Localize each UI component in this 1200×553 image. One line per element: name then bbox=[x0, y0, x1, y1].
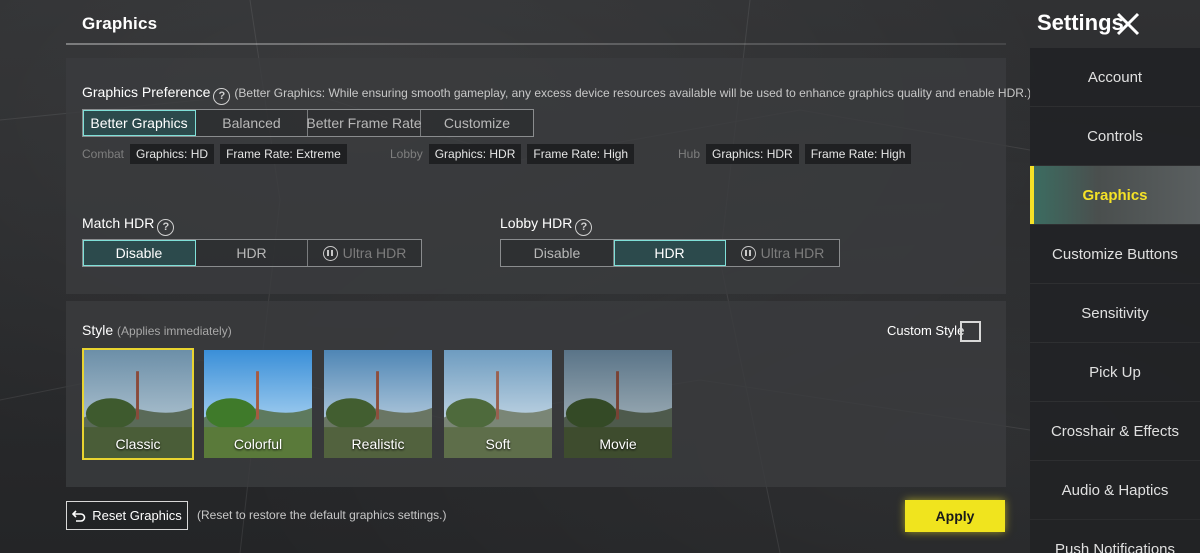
option-customize[interactable]: Customize bbox=[421, 110, 533, 136]
lobby-hdr-option-hdr[interactable]: HDR bbox=[614, 240, 726, 266]
help-icon[interactable]: ? bbox=[213, 88, 231, 105]
graphics-preference-label: Graphics Preference bbox=[82, 84, 211, 100]
hub-mode-info: Hub Graphics: HDR Frame Rate: High bbox=[678, 144, 917, 164]
style-name-realistic: Realistic bbox=[351, 436, 405, 452]
hub-label: Hub bbox=[678, 147, 701, 161]
settings-sidebar: Account Controls Graphics Customize Butt… bbox=[1030, 48, 1200, 553]
match-hdr-heading: Match HDR? bbox=[82, 215, 178, 236]
combat-mode-info: Combat Graphics: HD Frame Rate: Extreme bbox=[82, 144, 353, 164]
lobby-mode-info: Lobby Graphics: HDR Frame Rate: High bbox=[390, 144, 640, 164]
lobby-hdr-option-disable[interactable]: Disable bbox=[501, 240, 614, 266]
sidebar-item-push-notifications[interactable]: Push Notifications bbox=[1030, 520, 1200, 553]
option-better-frame-rate[interactable]: Better Frame Rate bbox=[306, 110, 422, 136]
lobby-hdr-option-ultra-hdr[interactable]: Ultra HDR bbox=[726, 240, 839, 266]
close-icon[interactable] bbox=[1114, 10, 1142, 38]
option-balanced[interactable]: Balanced bbox=[196, 110, 308, 136]
lobby-hdr-label: Lobby HDR bbox=[500, 215, 573, 231]
style-card-movie[interactable]: Movie bbox=[562, 348, 674, 460]
pause-icon bbox=[740, 245, 756, 261]
style-name-classic: Classic bbox=[115, 436, 161, 452]
style-name-movie: Movie bbox=[599, 436, 637, 452]
style-card-classic[interactable]: Classic bbox=[82, 348, 194, 460]
apply-button[interactable]: Apply bbox=[905, 500, 1005, 532]
style-name-colorful: Colorful bbox=[233, 436, 283, 452]
style-card-colorful[interactable]: Colorful bbox=[202, 348, 314, 460]
pause-icon bbox=[322, 245, 338, 261]
sidebar-item-graphics[interactable]: Graphics bbox=[1030, 166, 1200, 224]
lobby-hdr-heading: Lobby HDR? bbox=[500, 215, 596, 236]
sidebar-item-crosshair-effects[interactable]: Crosshair & Effects bbox=[1030, 402, 1200, 460]
settings-title: Settings bbox=[1037, 10, 1124, 35]
help-icon[interactable]: ? bbox=[157, 219, 175, 236]
style-card-soft[interactable]: Soft bbox=[442, 348, 554, 460]
sidebar-item-account[interactable]: Account bbox=[1030, 48, 1200, 106]
match-hdr-option-ultra-hdr[interactable]: Ultra HDR bbox=[308, 240, 421, 266]
hub-frame-rate-chip: Frame Rate: High bbox=[804, 144, 912, 164]
match-hdr-selector: Disable HDR Ultra HDR bbox=[82, 239, 422, 267]
style-options: Classic Colorful Realistic Soft Movie bbox=[82, 348, 674, 460]
hub-graphics-chip: Graphics: HDR bbox=[706, 144, 799, 164]
page-title: Graphics bbox=[82, 14, 158, 33]
help-icon[interactable]: ? bbox=[575, 219, 593, 236]
undo-icon bbox=[72, 509, 86, 522]
match-hdr-ultra-label: Ultra HDR bbox=[342, 245, 407, 261]
lobby-label: Lobby bbox=[390, 147, 423, 161]
lobby-graphics-chip: Graphics: HDR bbox=[428, 144, 522, 164]
sidebar-item-customize-buttons[interactable]: Customize Buttons bbox=[1030, 225, 1200, 283]
sidebar-item-sensitivity[interactable]: Sensitivity bbox=[1030, 284, 1200, 342]
graphics-preference-heading: Graphics Preference? (Better Graphics: Wh… bbox=[82, 84, 1031, 105]
custom-style-checkbox[interactable] bbox=[960, 321, 981, 342]
combat-label: Combat bbox=[82, 147, 125, 161]
match-hdr-option-disable[interactable]: Disable bbox=[83, 240, 196, 266]
combat-frame-rate-chip: Frame Rate: Extreme bbox=[220, 144, 347, 164]
reset-graphics-button[interactable]: Reset Graphics bbox=[66, 501, 188, 530]
sidebar-item-pick-up[interactable]: Pick Up bbox=[1030, 343, 1200, 401]
reset-note: (Reset to restore the default graphics s… bbox=[197, 508, 447, 522]
graphics-preference-note: (Better Graphics: While ensuring smooth … bbox=[234, 86, 1032, 100]
sidebar-item-audio-haptics[interactable]: Audio & Haptics bbox=[1030, 461, 1200, 519]
lobby-hdr-selector: Disable HDR Ultra HDR bbox=[500, 239, 840, 267]
reset-graphics-label: Reset Graphics bbox=[92, 508, 182, 523]
lobby-frame-rate-chip: Frame Rate: High bbox=[527, 144, 635, 164]
style-label: Style bbox=[82, 322, 114, 338]
combat-graphics-chip: Graphics: HD bbox=[130, 144, 215, 164]
sidebar-item-controls[interactable]: Controls bbox=[1030, 107, 1200, 165]
style-name-soft: Soft bbox=[485, 436, 511, 452]
match-hdr-label: Match HDR bbox=[82, 215, 155, 231]
lobby-hdr-ultra-label: Ultra HDR bbox=[760, 245, 825, 261]
style-note: (Applies immediately) bbox=[117, 324, 232, 338]
option-better-graphics[interactable]: Better Graphics bbox=[83, 110, 196, 136]
graphics-preference-selector: Better Graphics Balanced Better Frame Ra… bbox=[82, 109, 534, 137]
custom-style-label: Custom Style bbox=[887, 323, 965, 338]
match-hdr-option-hdr[interactable]: HDR bbox=[196, 240, 308, 266]
header-divider bbox=[66, 43, 1006, 45]
style-heading: Style (Applies immediately) bbox=[82, 322, 232, 338]
style-card-realistic[interactable]: Realistic bbox=[322, 348, 434, 460]
